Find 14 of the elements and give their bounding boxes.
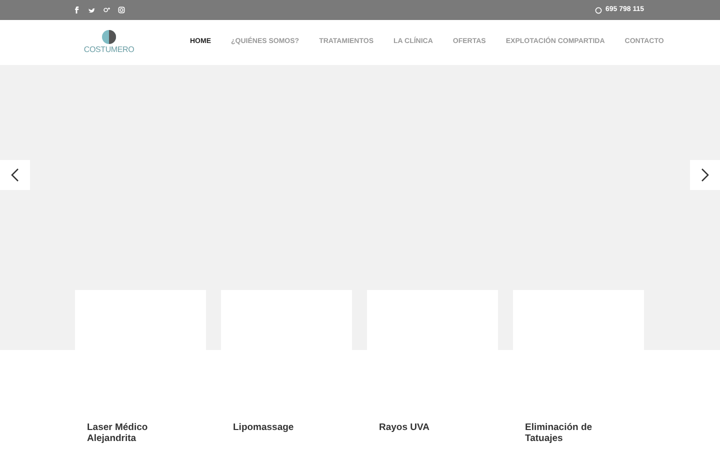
instagram-icon[interactable] (118, 6, 125, 14)
chevron-right-icon (701, 168, 709, 182)
feature-title: Laser Médico Alejandrita (87, 422, 149, 446)
twitter-icon[interactable] (88, 6, 95, 14)
feature-title: Lipomassage (233, 422, 295, 435)
previous-arrow-button[interactable] (0, 160, 30, 190)
facebook-icon[interactable] (73, 6, 80, 14)
logo-mark-icon (102, 30, 116, 44)
chevron-left-icon (11, 168, 19, 182)
next-arrow-button[interactable] (690, 160, 720, 190)
feature-title: Eliminación de Tatuajes (525, 422, 594, 446)
feature-title: Rayos UVA (379, 422, 431, 435)
logo[interactable]: COSTUMERO (85, 30, 133, 56)
google-plus-icon[interactable] (103, 6, 110, 14)
